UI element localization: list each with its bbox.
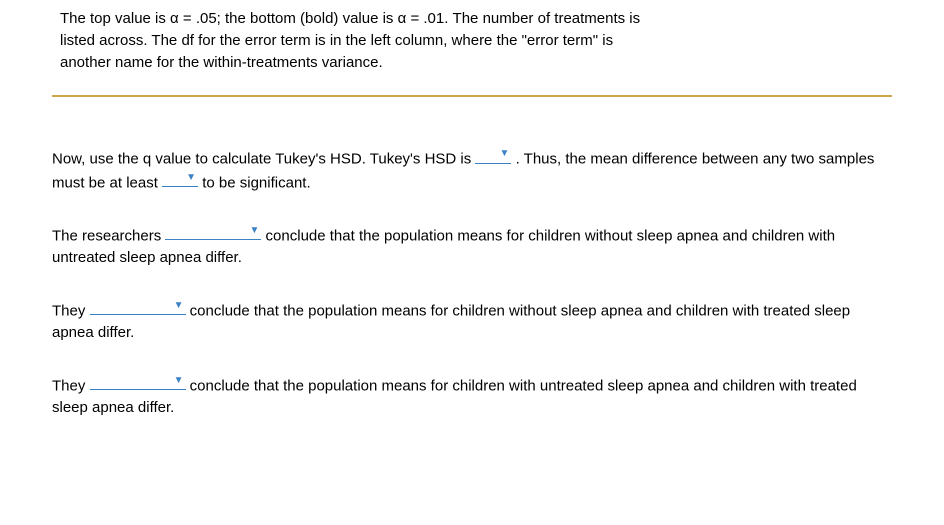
- divider: [52, 95, 892, 97]
- text-segment: They: [52, 377, 90, 394]
- they2-paragraph: They ▼ conclude that the population mean…: [52, 374, 892, 419]
- caret-down-icon: ▼: [174, 301, 184, 311]
- caret-down-icon: ▼: [500, 149, 510, 159]
- tukey-hsd-dropdown[interactable]: ▼: [475, 147, 511, 164]
- intro-line-2: listed across. The df for the error term…: [60, 30, 892, 52]
- intro-line-3: another name for the within-treatments v…: [60, 52, 892, 74]
- tukey-hsd-paragraph: Now, use the q value to calculate Tukey'…: [52, 147, 892, 194]
- caret-down-icon: ▼: [249, 226, 259, 236]
- they1-paragraph: They ▼ conclude that the population mean…: [52, 299, 892, 344]
- caret-down-icon: ▼: [186, 173, 196, 183]
- researchers-dropdown[interactable]: ▼: [165, 224, 261, 241]
- text-segment: The researchers: [52, 227, 165, 244]
- intro-block: The top value is α = .05; the bottom (bo…: [52, 8, 892, 73]
- text-segment: to be significant.: [198, 174, 311, 191]
- they2-dropdown[interactable]: ▼: [90, 374, 186, 391]
- mean-diff-dropdown[interactable]: ▼: [162, 171, 198, 188]
- they1-dropdown[interactable]: ▼: [90, 299, 186, 316]
- caret-down-icon: ▼: [174, 376, 184, 386]
- intro-line-1: The top value is α = .05; the bottom (bo…: [60, 8, 892, 30]
- text-segment: They: [52, 302, 90, 319]
- researchers-paragraph: The researchers ▼ conclude that the popu…: [52, 224, 892, 269]
- page: The top value is α = .05; the bottom (bo…: [0, 0, 944, 469]
- text-segment: Now, use the q value to calculate Tukey'…: [52, 151, 475, 168]
